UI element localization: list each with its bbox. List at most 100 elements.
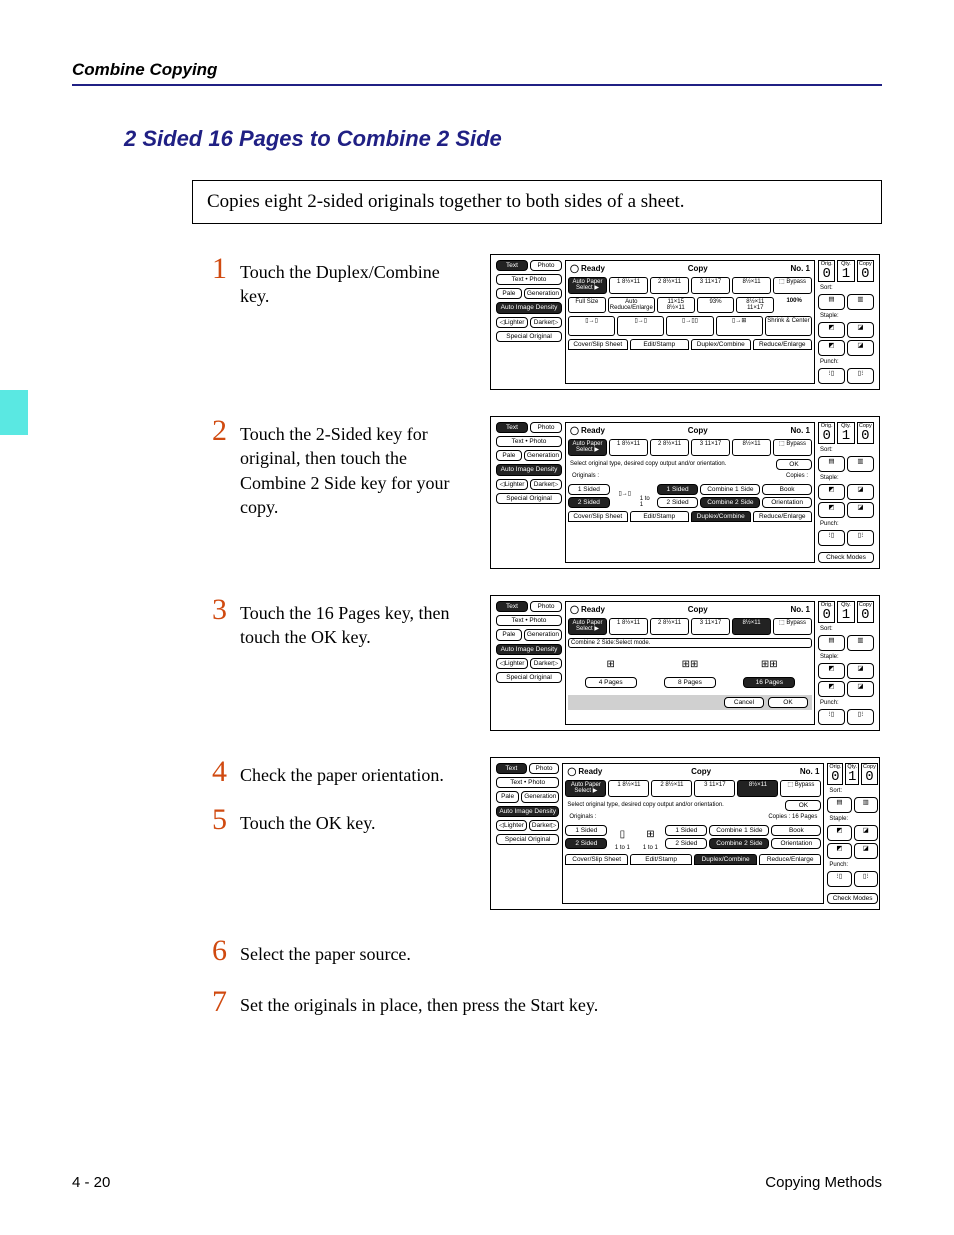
darker-button[interactable]: Darker▷ bbox=[530, 317, 562, 328]
tray-3-button[interactable]: 3 11×17 bbox=[691, 439, 730, 456]
special-original-button[interactable]: Special Original bbox=[496, 331, 562, 342]
check-modes-button[interactable]: Check Modes bbox=[827, 893, 877, 904]
sixteen-pages-button[interactable]: 16 Pages bbox=[743, 677, 795, 688]
combine-1-side-button[interactable]: Combine 1 Side bbox=[709, 825, 769, 836]
auto-reduce-enlarge-button[interactable]: Auto Reduce/Enlarge bbox=[608, 297, 655, 314]
staple-opt-3[interactable]: ◩ bbox=[818, 340, 845, 356]
photo-button[interactable]: Photo bbox=[529, 763, 560, 774]
tray-2-button[interactable]: 2 8½×11 bbox=[650, 439, 689, 456]
text-button[interactable]: Text bbox=[496, 601, 528, 612]
bypass-button[interactable]: ⬚ Bypass bbox=[773, 618, 812, 635]
text-photo-button[interactable]: Text • Photo bbox=[496, 777, 559, 788]
staple-opt-4[interactable]: ◪ bbox=[847, 681, 874, 697]
photo-button[interactable]: Photo bbox=[530, 260, 562, 271]
book-button[interactable]: Book bbox=[762, 484, 812, 495]
sort-opt-1[interactable]: ▤ bbox=[818, 456, 845, 472]
text-photo-button[interactable]: Text • Photo bbox=[496, 436, 562, 447]
cover-slip-tab[interactable]: Cover/Slip Sheet bbox=[568, 339, 628, 350]
pale-button[interactable]: Pale bbox=[496, 450, 522, 461]
check-modes-button[interactable]: Check Modes bbox=[818, 552, 874, 563]
lighter-button[interactable]: ◁Lighter bbox=[496, 317, 528, 328]
sort-opt-2[interactable]: ▥ bbox=[847, 294, 874, 310]
sort-opt-1[interactable]: ▤ bbox=[818, 635, 845, 651]
sort-opt-2[interactable]: ▥ bbox=[847, 635, 874, 651]
edit-stamp-tab[interactable]: Edit/Stamp bbox=[630, 854, 693, 865]
dup-opt-1[interactable]: ▯→▯ bbox=[568, 316, 615, 336]
one-sided-button[interactable]: 1 Sided bbox=[565, 825, 607, 836]
staple-opt-4[interactable]: ◪ bbox=[854, 843, 878, 859]
lighter-button[interactable]: ◁Lighter bbox=[496, 658, 528, 669]
book-button[interactable]: Book bbox=[771, 825, 821, 836]
tray-4-button[interactable]: 8½×11 bbox=[737, 780, 778, 797]
photo-button[interactable]: Photo bbox=[530, 422, 562, 433]
darker-button[interactable]: Darker▷ bbox=[529, 820, 560, 831]
two-sided-button[interactable]: 2 Sided bbox=[568, 497, 610, 508]
staple-opt-2[interactable]: ◪ bbox=[847, 484, 874, 500]
two-sided-button[interactable]: 2 Sided bbox=[565, 838, 607, 849]
tray-1-button[interactable]: 1 8½×11 bbox=[609, 439, 648, 456]
special-original-button[interactable]: Special Original bbox=[496, 672, 562, 683]
staple-opt-4[interactable]: ◪ bbox=[847, 340, 874, 356]
generation-button[interactable]: Generation bbox=[524, 288, 562, 299]
reduce-enlarge-tab[interactable]: Reduce/Enlarge bbox=[753, 511, 813, 522]
punch-opt-1[interactable]: ⁝▯ bbox=[818, 368, 845, 384]
copy-two-sided-button[interactable]: 2 Sided bbox=[657, 497, 699, 508]
tray-3-button[interactable]: 3 11×17 bbox=[694, 780, 735, 797]
staple-opt-1[interactable]: ◩ bbox=[827, 825, 851, 841]
tray-2-button[interactable]: 2 8½×11 bbox=[651, 780, 692, 797]
bypass-button[interactable]: ⬚ Bypass bbox=[773, 277, 812, 294]
tray-1-button[interactable]: 1 8½×11 bbox=[609, 277, 648, 294]
sort-opt-2[interactable]: ▥ bbox=[854, 797, 878, 813]
pct-button[interactable]: 93% bbox=[697, 297, 735, 314]
reduce-enlarge-tab[interactable]: Reduce/Enlarge bbox=[759, 854, 822, 865]
tray-4-button[interactable]: 8½×11 bbox=[732, 618, 771, 635]
staple-opt-3[interactable]: ◩ bbox=[818, 502, 845, 518]
eight-pages-button[interactable]: 8 Pages bbox=[664, 677, 716, 688]
orientation-button[interactable]: Orientation bbox=[771, 838, 821, 849]
staple-opt-3[interactable]: ◩ bbox=[827, 843, 851, 859]
tray-4-button[interactable]: 8½×11 bbox=[732, 277, 771, 294]
duplex-combine-tab[interactable]: Duplex/Combine bbox=[694, 854, 757, 865]
pale-button[interactable]: Pale bbox=[496, 288, 522, 299]
punch-opt-2[interactable]: ▯⁝ bbox=[847, 530, 874, 546]
combine-2-side-button[interactable]: Combine 2 Side bbox=[709, 838, 769, 849]
staple-opt-3[interactable]: ◩ bbox=[818, 681, 845, 697]
tray-3-button[interactable]: 3 11×17 bbox=[691, 277, 730, 294]
orientation-button[interactable]: Orientation bbox=[762, 497, 812, 508]
darker-button[interactable]: Darker▷ bbox=[530, 479, 562, 490]
punch-opt-2[interactable]: ▯⁝ bbox=[847, 368, 874, 384]
sort-opt-2[interactable]: ▥ bbox=[847, 456, 874, 472]
copy-one-sided-button[interactable]: 1 Sided bbox=[657, 484, 699, 495]
auto-image-density-button[interactable]: Auto Image Density bbox=[496, 806, 559, 817]
lighter-button[interactable]: ◁Lighter bbox=[496, 479, 528, 490]
punch-opt-1[interactable]: ⁝▯ bbox=[818, 709, 845, 725]
one-sided-button[interactable]: 1 Sided bbox=[568, 484, 610, 495]
auto-image-density-button[interactable]: Auto Image Density bbox=[496, 464, 562, 475]
bypass-button[interactable]: ⬚ Bypass bbox=[773, 439, 812, 456]
staple-opt-1[interactable]: ◩ bbox=[818, 484, 845, 500]
four-pages-button[interactable]: 4 Pages bbox=[585, 677, 637, 688]
reduce-enlarge-tab[interactable]: Reduce/Enlarge bbox=[753, 339, 813, 350]
special-original-button[interactable]: Special Original bbox=[496, 493, 562, 504]
shrink-center-button[interactable]: Shrink & Center bbox=[765, 316, 812, 336]
darker-button[interactable]: Darker▷ bbox=[530, 658, 562, 669]
tray-1-button[interactable]: 1 8½×11 bbox=[608, 780, 649, 797]
sort-opt-1[interactable]: ▤ bbox=[827, 797, 851, 813]
staple-opt-2[interactable]: ◪ bbox=[854, 825, 878, 841]
tray-4-button[interactable]: 8½×11 bbox=[732, 439, 771, 456]
punch-opt-1[interactable]: ⁝▯ bbox=[818, 530, 845, 546]
combine-2-side-button[interactable]: Combine 2 Side bbox=[700, 497, 760, 508]
text-button[interactable]: Text bbox=[496, 763, 527, 774]
edit-stamp-tab[interactable]: Edit/Stamp bbox=[630, 339, 690, 350]
cover-slip-tab[interactable]: Cover/Slip Sheet bbox=[568, 511, 628, 522]
text-photo-button[interactable]: Text • Photo bbox=[496, 274, 562, 285]
auto-paper-select-button[interactable]: Auto Paper Select ▶ bbox=[568, 618, 607, 635]
auto-paper-select-button[interactable]: Auto Paper Select ▶ bbox=[568, 277, 607, 294]
edit-stamp-tab[interactable]: Edit/Stamp bbox=[630, 511, 690, 522]
copy-two-sided-button[interactable]: 2 Sided bbox=[665, 838, 707, 849]
sort-opt-1[interactable]: ▤ bbox=[818, 294, 845, 310]
punch-opt-1[interactable]: ⁝▯ bbox=[827, 871, 851, 887]
combine-1-side-button[interactable]: Combine 1 Side bbox=[700, 484, 760, 495]
cover-slip-tab[interactable]: Cover/Slip Sheet bbox=[565, 854, 628, 865]
ratio-1-button[interactable]: 11×15 8½×11 bbox=[657, 297, 695, 314]
